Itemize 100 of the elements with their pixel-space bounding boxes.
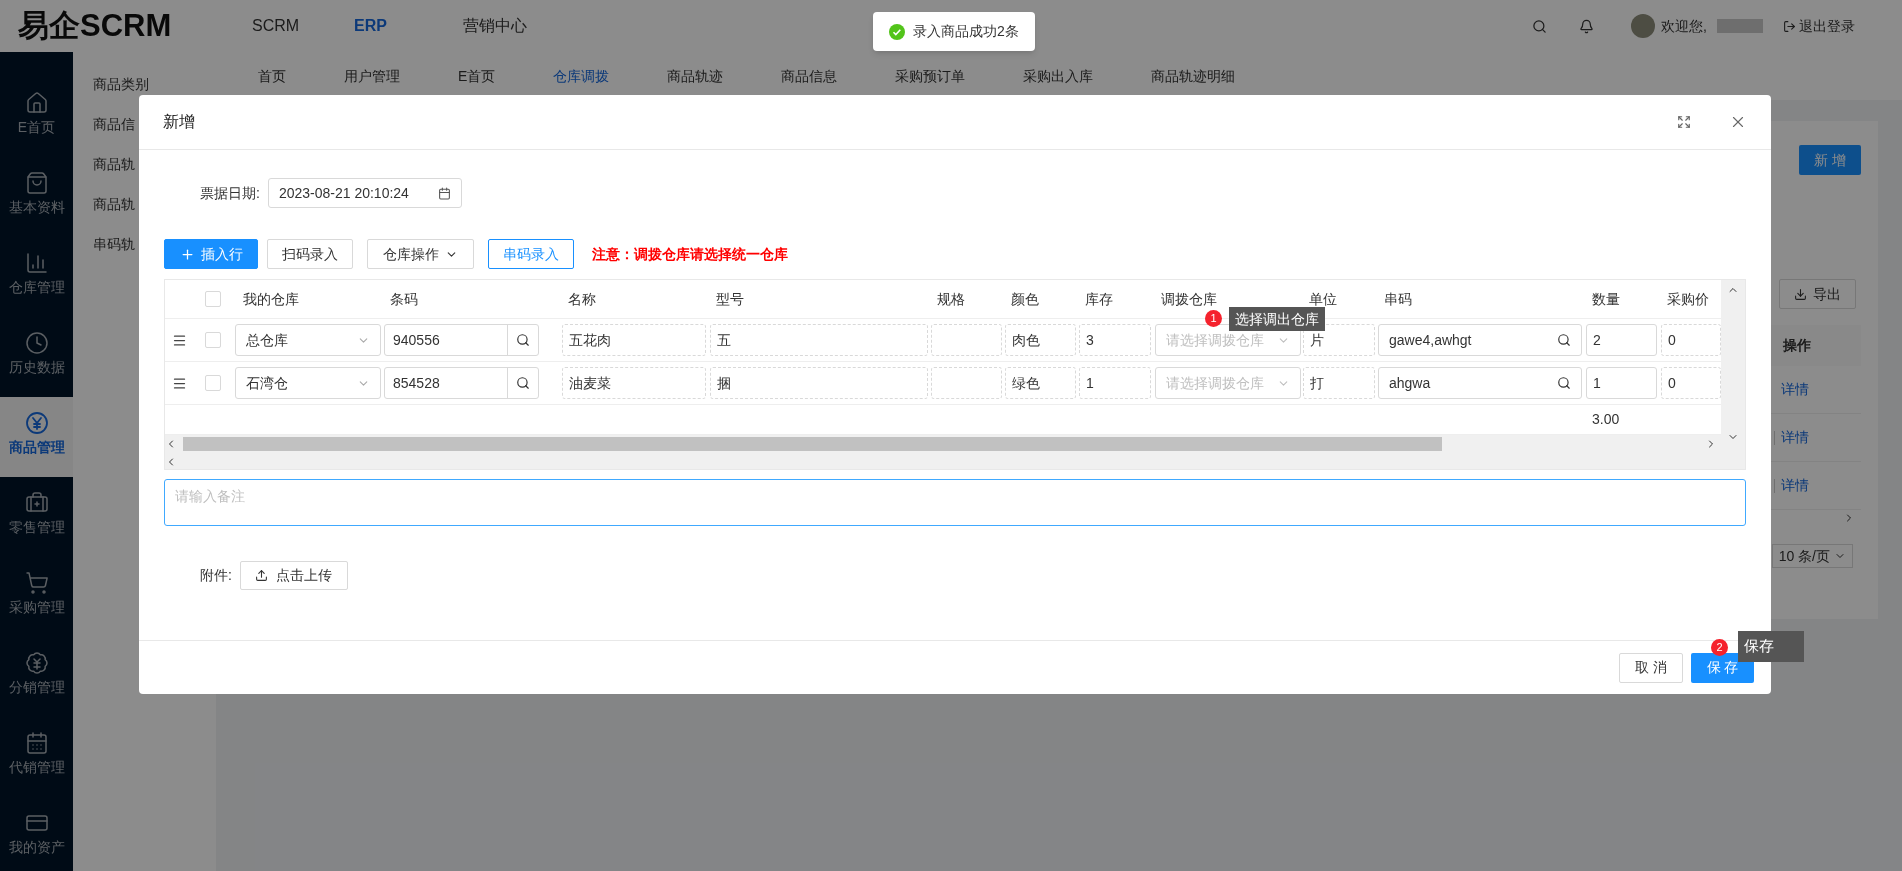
tab[interactable]: 采购预订单 bbox=[895, 65, 966, 87]
search-icon[interactable] bbox=[516, 333, 530, 347]
stock-cell: 1 bbox=[1079, 367, 1151, 399]
field-label: 附件: bbox=[200, 566, 232, 585]
home-icon bbox=[24, 91, 49, 115]
plus-icon bbox=[179, 246, 195, 262]
guide-tooltip: 保存 bbox=[1738, 631, 1804, 662]
unit-cell: 打 bbox=[1303, 367, 1375, 399]
page-size-select[interactable]: 10 条/页 bbox=[1771, 544, 1853, 568]
toast: 录入商品成功2条 bbox=[873, 12, 1035, 51]
spec-cell bbox=[931, 367, 1002, 399]
column-header: 条码 bbox=[390, 291, 418, 307]
greeting: 欢迎您, bbox=[1661, 16, 1707, 36]
sidebar-item[interactable]: E首页 bbox=[0, 77, 73, 157]
quantity-field[interactable]: 1 bbox=[1586, 367, 1657, 399]
nav-link[interactable]: SCRM bbox=[252, 14, 354, 38]
step-badge: 1 bbox=[1205, 310, 1222, 327]
sidebar-item[interactable]: 历史数据 bbox=[0, 317, 73, 397]
download-icon bbox=[1794, 287, 1807, 301]
bell-icon[interactable] bbox=[1579, 18, 1595, 34]
scrollbar-thumb[interactable] bbox=[183, 437, 1442, 451]
medical-bag-icon bbox=[24, 491, 49, 515]
name-cell: 五花肉 bbox=[562, 324, 706, 356]
tab[interactable]: 商品信息 bbox=[781, 65, 838, 87]
sidebar-item[interactable]: 分销管理 bbox=[0, 637, 73, 717]
column-header: 库存 bbox=[1085, 291, 1113, 307]
barcode-field[interactable]: 854528 bbox=[384, 367, 539, 399]
detail-link[interactable]: 详情 bbox=[1781, 427, 1809, 448]
search-icon[interactable] bbox=[1532, 18, 1548, 34]
stock-cell: 3 bbox=[1079, 324, 1151, 356]
toolbar-button[interactable]: 插入行 bbox=[164, 239, 258, 269]
total-quantity: 3.00 bbox=[1592, 410, 1620, 429]
checkbox[interactable] bbox=[205, 291, 221, 307]
logo: 易企SCRM bbox=[18, 6, 173, 45]
toolbar-button[interactable]: 仓库操作 bbox=[367, 239, 474, 269]
vertical-scrollbar[interactable] bbox=[1721, 280, 1745, 469]
upload-icon bbox=[255, 569, 269, 582]
avatar[interactable] bbox=[1631, 14, 1656, 38]
blurred-name bbox=[1717, 19, 1763, 33]
serial-field[interactable]: gawe4,awhgt bbox=[1378, 324, 1582, 356]
horizontal-scrollbar[interactable] bbox=[165, 453, 1721, 469]
logout-link[interactable]: 退出登录 bbox=[1799, 15, 1855, 37]
sidebar-item[interactable]: 代销管理 bbox=[0, 717, 73, 797]
date-field[interactable]: 2023-08-21 20:10:24 bbox=[267, 178, 462, 208]
checkbox[interactable] bbox=[205, 332, 221, 348]
horizontal-scrollbar[interactable] bbox=[165, 435, 1721, 453]
calendar-icon bbox=[437, 186, 451, 200]
notice-text: 注意：调拨仓库请选择统一仓库 bbox=[592, 244, 788, 264]
checkbox[interactable] bbox=[205, 375, 221, 391]
save-button[interactable]: 保 存 bbox=[1691, 652, 1754, 683]
warehouse-select[interactable]: 石湾仓 bbox=[235, 367, 381, 399]
sidebar-item[interactable]: 商品管理 bbox=[0, 397, 73, 477]
search-icon[interactable] bbox=[1557, 333, 1571, 347]
success-icon bbox=[889, 23, 905, 40]
guide-tooltip: 选择调出仓库 bbox=[1229, 307, 1325, 331]
toolbar-button[interactable]: 串码录入 bbox=[488, 239, 574, 269]
column-header: 操作 bbox=[1783, 336, 1811, 355]
quantity-field[interactable]: 2 bbox=[1586, 324, 1657, 356]
bag-icon bbox=[24, 171, 49, 195]
logout-icon bbox=[1783, 19, 1796, 33]
column-header: 我的仓库 bbox=[243, 291, 299, 307]
tab[interactable]: 首页 bbox=[258, 65, 286, 87]
drag-handle-icon[interactable] bbox=[171, 375, 187, 391]
sidebar-item[interactable]: 采购管理 bbox=[0, 557, 73, 637]
sidebar-item[interactable]: 我的资产 bbox=[0, 797, 73, 871]
detail-link[interactable]: 详情 bbox=[1781, 379, 1809, 400]
sidebar-item[interactable]: 零售管理 bbox=[0, 477, 73, 557]
field-label: 票据日期: bbox=[200, 183, 260, 203]
warehouse-select[interactable]: 总仓库 bbox=[235, 324, 381, 356]
model-cell: 捆 bbox=[710, 367, 928, 399]
bar-chart-icon bbox=[24, 251, 49, 275]
tab[interactable]: 仓库调拨 bbox=[553, 65, 610, 87]
toolbar-button[interactable]: 扫码录入 bbox=[267, 239, 353, 269]
step-badge: 2 bbox=[1711, 639, 1728, 656]
serial-field[interactable]: ahgwa bbox=[1378, 367, 1582, 399]
drag-handle-icon[interactable] bbox=[171, 332, 187, 348]
nav-link[interactable]: 营销中心 bbox=[463, 14, 572, 38]
tab[interactable]: 商品轨迹 bbox=[667, 65, 724, 87]
column-header: 颜色 bbox=[1011, 291, 1039, 307]
barcode-field[interactable]: 940556 bbox=[384, 324, 539, 356]
sidebar-item[interactable]: 基本资料 bbox=[0, 157, 73, 237]
fullscreen-icon[interactable] bbox=[1677, 115, 1691, 129]
dialog-title: 新增 bbox=[163, 112, 195, 132]
sidebar-item[interactable]: 仓库管理 bbox=[0, 237, 73, 317]
cancel-button[interactable]: 取 消 bbox=[1619, 652, 1683, 683]
search-icon[interactable] bbox=[516, 376, 530, 390]
export-button[interactable]: 导出 bbox=[1779, 279, 1856, 309]
column-header: 单位 bbox=[1309, 291, 1337, 307]
detail-link[interactable]: 详情 bbox=[1781, 475, 1809, 496]
tab[interactable]: 商品轨迹明细 bbox=[1151, 65, 1236, 87]
model-cell: 五 bbox=[710, 324, 928, 356]
upload-button[interactable]: 点击上传 bbox=[239, 561, 348, 590]
search-icon[interactable] bbox=[1557, 376, 1571, 390]
tab[interactable]: 采购出入库 bbox=[1023, 65, 1094, 87]
name-cell: 油麦菜 bbox=[562, 367, 706, 399]
column-header: 名称 bbox=[568, 291, 596, 307]
tab[interactable]: E首页 bbox=[458, 65, 496, 87]
tab[interactable]: 用户管理 bbox=[344, 65, 400, 87]
nav-link[interactable]: ERP bbox=[354, 14, 463, 38]
color-cell: 肉色 bbox=[1005, 324, 1076, 356]
